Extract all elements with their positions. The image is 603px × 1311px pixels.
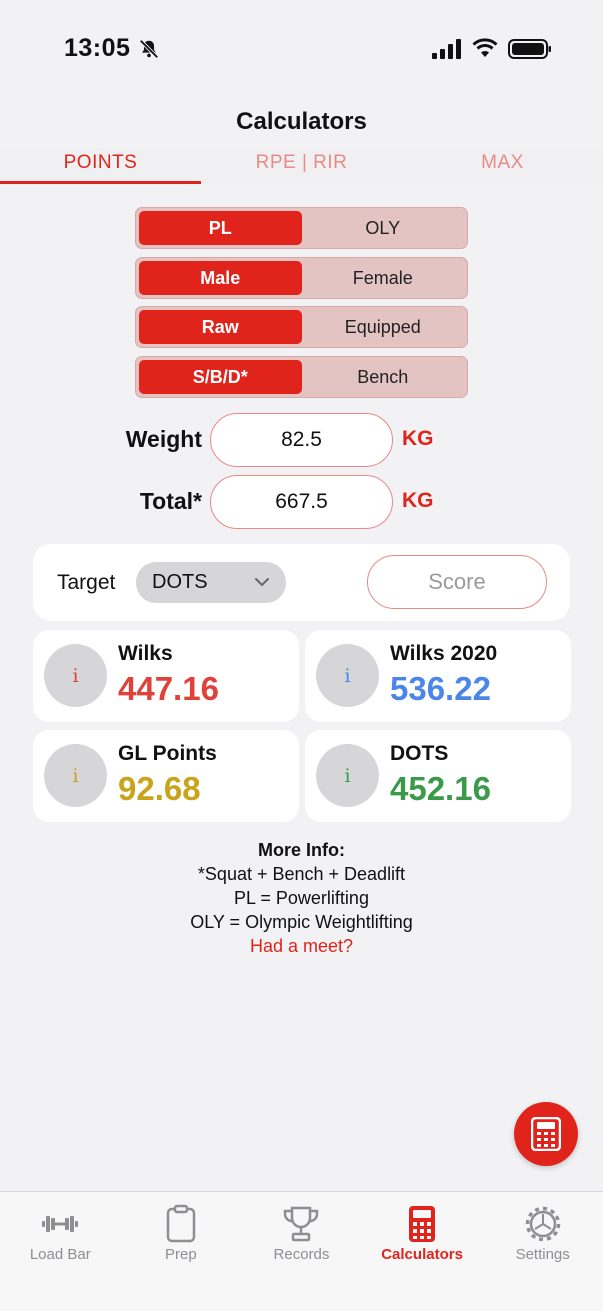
dots-info-icon[interactable]: i — [316, 744, 379, 807]
tab-bar-label: Settings — [515, 1246, 570, 1263]
score-input[interactable]: Score — [367, 555, 547, 609]
trophy-icon — [284, 1206, 319, 1242]
calculator-fab-button[interactable] — [514, 1102, 578, 1166]
dots-value: 452.16 — [390, 770, 491, 807]
tab-max[interactable]: MAX — [402, 148, 603, 184]
wilks-name: Wilks — [118, 642, 173, 665]
weight-input[interactable]: 82.5 — [210, 413, 393, 467]
bell-muted-icon — [139, 39, 159, 59]
wilks-card: i Wilks 447.16 — [33, 630, 299, 722]
target-label: Target — [57, 571, 116, 594]
seg-option-bench[interactable]: Bench — [302, 360, 465, 394]
total-row: Total* 667.5 KG — [0, 475, 603, 529]
tab-rpe-rir[interactable]: RPE | RIR — [201, 148, 402, 184]
cellular-signal-icon — [432, 39, 461, 59]
tab-bar-item-load-bar[interactable]: Load Bar — [0, 1192, 121, 1311]
weight-row: Weight 82.5 KG — [0, 413, 603, 467]
battery-icon — [508, 39, 551, 59]
seg-option-female[interactable]: Female — [302, 261, 465, 295]
tab-bar-item-settings[interactable]: Settings — [482, 1192, 603, 1311]
tab-points[interactable]: POINTS — [0, 148, 201, 184]
calculator-tabs: POINTS RPE | RIR MAX — [0, 148, 603, 184]
tab-bar-label: Load Bar — [29, 1246, 91, 1263]
gl-points-value: 92.68 — [118, 770, 201, 807]
total-unit: KG — [402, 489, 434, 512]
wilks-info-icon[interactable]: i — [44, 644, 107, 707]
target-selected-value: DOTS — [152, 571, 208, 593]
calculator-icon — [409, 1206, 436, 1242]
seg-option-raw[interactable]: Raw — [139, 310, 302, 344]
tab-bar-item-prep[interactable]: Prep — [121, 1192, 242, 1311]
total-input[interactable]: 667.5 — [210, 475, 393, 529]
seg-option-equipped[interactable]: Equipped — [302, 310, 465, 344]
total-label: Total* — [139, 488, 202, 514]
status-bar: 13:05 — [0, 0, 603, 96]
target-card: Target DOTS Score — [33, 544, 570, 621]
seg-option-pl[interactable]: PL — [139, 211, 302, 245]
active-tab-indicator — [0, 181, 201, 184]
sex-segmented-control: Male Female — [135, 257, 468, 299]
wilks-2020-card: i Wilks 2020 536.22 — [305, 630, 571, 722]
more-info: More Info: *Squat + Bench + Deadlift PL … — [0, 838, 603, 958]
tab-bar-label: Prep — [165, 1246, 197, 1263]
seg-option-male[interactable]: Male — [139, 261, 302, 295]
page-title: Calculators — [236, 108, 367, 135]
dots-card: i DOTS 452.16 — [305, 730, 571, 822]
more-info-line: OLY = Olympic Weightlifting — [190, 912, 413, 932]
dots-name: DOTS — [390, 742, 449, 765]
barbell-icon — [42, 1216, 79, 1232]
weight-unit: KG — [402, 427, 434, 450]
lift-segmented-control: S/B/D* Bench — [135, 356, 468, 398]
gl-points-name: GL Points — [118, 742, 217, 765]
more-info-title: More Info: — [258, 840, 345, 860]
gl-points-info-icon[interactable]: i — [44, 744, 107, 807]
sport-segmented-control: PL OLY — [135, 207, 468, 249]
wifi-icon — [472, 38, 498, 57]
wilks-2020-name: Wilks 2020 — [390, 642, 498, 665]
seg-option-sbd[interactable]: S/B/D* — [139, 360, 302, 394]
wilks-2020-info-icon[interactable]: i — [316, 644, 379, 707]
wilks-2020-value: 536.22 — [390, 670, 491, 707]
bottom-tab-bar: Load Bar Prep Records Calculators Settin… — [0, 1191, 603, 1311]
equipment-segmented-control: Raw Equipped — [135, 306, 468, 348]
tab-bar-label: Calculators — [381, 1246, 463, 1263]
calculator-icon — [531, 1117, 561, 1151]
seg-option-oly[interactable]: OLY — [302, 211, 465, 245]
tab-bar-item-calculators[interactable]: Calculators — [362, 1192, 483, 1311]
target-select[interactable]: DOTS — [136, 562, 286, 603]
weight-label: Weight — [125, 426, 202, 452]
tab-bar-label: Records — [273, 1246, 330, 1263]
wilks-value: 447.16 — [118, 670, 219, 707]
tab-bar-item-records[interactable]: Records — [241, 1192, 362, 1311]
gl-points-card: i GL Points 92.68 — [33, 730, 299, 822]
more-info-line: *Squat + Bench + Deadlift — [197, 864, 406, 884]
status-time: 13:05 — [64, 34, 131, 62]
gear-icon — [525, 1206, 560, 1242]
chevron-down-icon — [255, 578, 269, 587]
had-a-meet-link[interactable]: Had a meet? — [0, 934, 603, 958]
clipboard-icon — [166, 1204, 196, 1243]
more-info-line: PL = Powerlifting — [234, 888, 369, 908]
